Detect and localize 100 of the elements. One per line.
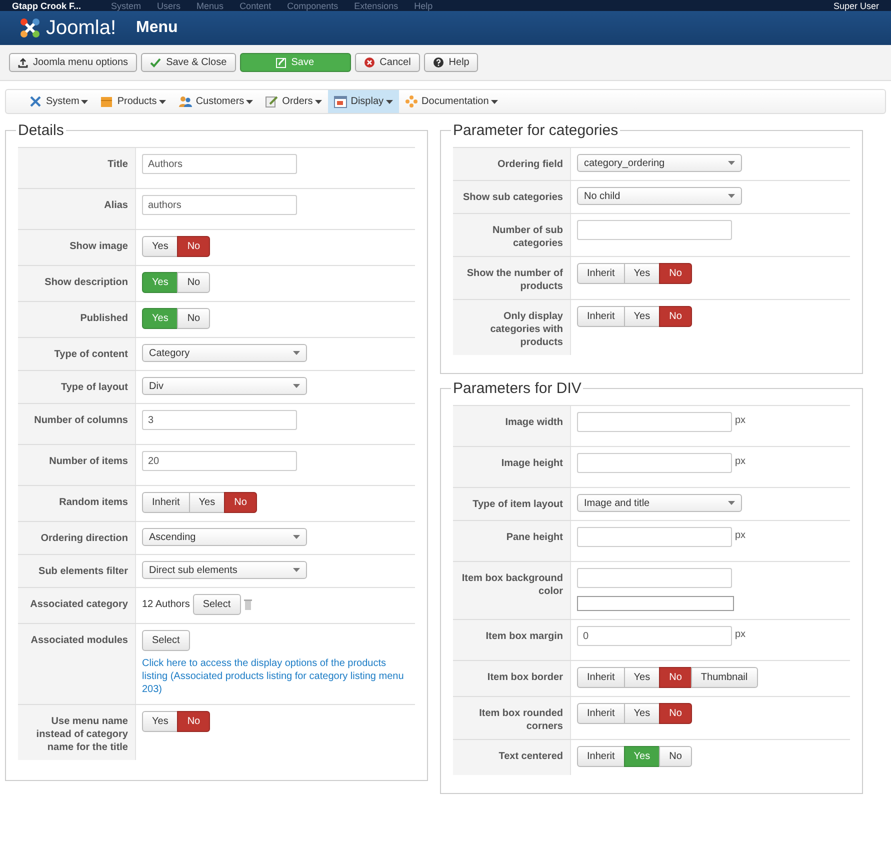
unit-label: px <box>735 456 746 467</box>
toggle-option[interactable]: Inherit <box>577 703 625 724</box>
input-field[interactable] <box>577 412 732 432</box>
toggle-option[interactable]: No <box>659 746 692 767</box>
select-dropdown[interactable]: Ascending <box>142 528 307 546</box>
category-value: 12 Authors <box>142 599 190 610</box>
caret-icon <box>490 100 498 104</box>
toggle-option[interactable]: Yes <box>624 703 660 724</box>
field-label: Show sub categories <box>453 181 571 213</box>
toggle-option[interactable]: Inherit <box>577 667 625 688</box>
submenu-tab[interactable]: Documentation <box>398 90 504 113</box>
toggle-option[interactable]: Inherit <box>577 263 625 284</box>
help-icon <box>432 57 444 68</box>
field-label: Associated category <box>18 588 136 623</box>
cancel-icon <box>364 57 375 68</box>
toggle-option[interactable]: No <box>177 272 210 293</box>
top-menu-item[interactable]: Users <box>157 0 181 10</box>
user-menu[interactable]: Super User <box>833 0 879 10</box>
field-label: Number of items <box>18 445 136 485</box>
toggle-option[interactable]: No <box>659 306 692 327</box>
select-dropdown[interactable]: No child <box>577 187 742 205</box>
field-label: Number of sub categories <box>453 214 571 256</box>
toggle-option[interactable]: Yes <box>188 492 226 513</box>
toggle-option[interactable]: Inherit <box>142 492 190 513</box>
window-icon <box>334 96 347 108</box>
input-field[interactable]: 3 <box>142 410 297 430</box>
select-dropdown[interactable]: Image and title <box>577 494 742 512</box>
caret-icon <box>81 100 88 104</box>
site-name[interactable]: Gtapp Crook F... <box>12 0 82 10</box>
caret-icon <box>386 100 393 104</box>
top-menu-item[interactable]: System <box>111 0 142 10</box>
options-button[interactable]: Joomla menu options <box>9 53 138 72</box>
select-button[interactable]: Select <box>192 594 241 615</box>
toggle-option[interactable]: Yes <box>624 263 660 284</box>
section-title: Parameter for categories <box>452 122 620 139</box>
toggle-option[interactable]: No <box>177 236 210 257</box>
input-field[interactable] <box>577 220 732 240</box>
field-label: Show image <box>18 230 136 265</box>
input-field[interactable]: authors <box>142 195 297 215</box>
caret-icon <box>728 161 735 165</box>
toggle-option[interactable]: No <box>177 711 210 732</box>
submenu-tab[interactable]: Products <box>94 90 172 113</box>
color-field[interactable] <box>577 596 734 611</box>
toggle-option[interactable]: No <box>224 492 257 513</box>
section-title: Details <box>17 122 65 139</box>
toggle-option[interactable]: Inherit <box>577 306 625 327</box>
submenu-tab[interactable]: Customers <box>172 90 260 113</box>
field-label: Type of item layout <box>453 488 571 520</box>
page-title: Menu <box>136 19 178 37</box>
toggle-option[interactable]: No <box>659 263 692 284</box>
input-field[interactable]: 20 <box>142 451 297 471</box>
save-close-button[interactable]: Save & Close <box>141 53 236 72</box>
toggle-option[interactable]: No <box>177 308 210 329</box>
field-label: Alias <box>18 189 136 229</box>
field-label: Pane height <box>453 521 571 561</box>
select-dropdown[interactable]: category_ordering <box>577 154 742 172</box>
select-button[interactable]: Select <box>142 630 190 651</box>
field-label: Use menu name instead of category name for the title <box>18 705 136 760</box>
toggle-option[interactable]: No <box>659 667 692 688</box>
toggle-option[interactable]: Yes <box>624 306 660 327</box>
top-menu-item[interactable]: Content <box>240 0 272 10</box>
field-label: Image height <box>453 447 571 487</box>
field-label: Type of content <box>18 338 136 370</box>
input-field[interactable]: Authors <box>142 154 297 174</box>
submenu-tab[interactable]: System <box>23 90 94 113</box>
submenu-tab[interactable]: Display <box>328 90 399 113</box>
select-dropdown[interactable]: Category <box>142 344 307 362</box>
input-field[interactable]: 0 <box>577 626 732 646</box>
field-label: Title <box>18 148 136 188</box>
caret-icon <box>293 568 300 572</box>
field-label: Associated modules <box>18 624 136 704</box>
top-menu-item[interactable]: Components <box>287 0 338 10</box>
submenu-tab[interactable]: Orders <box>259 90 328 113</box>
help-button[interactable]: Help <box>424 53 478 72</box>
trash-icon[interactable] <box>244 599 252 610</box>
input-field[interactable] <box>577 527 732 547</box>
input-field[interactable] <box>577 453 732 473</box>
toggle-option[interactable]: Thumbnail <box>690 667 758 688</box>
people-icon <box>178 95 192 108</box>
field-label: Ordering direction <box>18 522 136 554</box>
display-options-link[interactable]: Click here to access the display options of the products listing (Associated products listing for category listing menu 203) <box>142 657 407 696</box>
field-label: Number of columns <box>18 404 136 444</box>
toggle-option[interactable]: Inherit <box>577 746 625 767</box>
unit-label: px <box>735 415 746 426</box>
toggle-option[interactable]: Yes <box>142 236 178 257</box>
field-label: Sub elements filter <box>18 555 136 587</box>
top-menu-item[interactable]: Help <box>414 0 433 10</box>
caret-icon <box>728 501 735 505</box>
cancel-button[interactable]: Cancel <box>354 53 420 72</box>
select-dropdown[interactable]: Div <box>142 377 307 395</box>
toggle-option[interactable]: Yes <box>624 667 660 688</box>
input-field[interactable] <box>577 568 732 588</box>
select-dropdown[interactable]: Direct sub elements <box>142 561 307 579</box>
caret-icon <box>293 384 300 388</box>
top-menu-item[interactable]: Extensions <box>354 0 398 10</box>
edit-icon <box>276 58 286 68</box>
toggle-option[interactable]: Yes <box>142 711 178 732</box>
toggle-option[interactable]: No <box>659 703 692 724</box>
top-menu-item[interactable]: Menus <box>196 0 224 10</box>
field-label: Item box rounded corners <box>453 697 571 739</box>
